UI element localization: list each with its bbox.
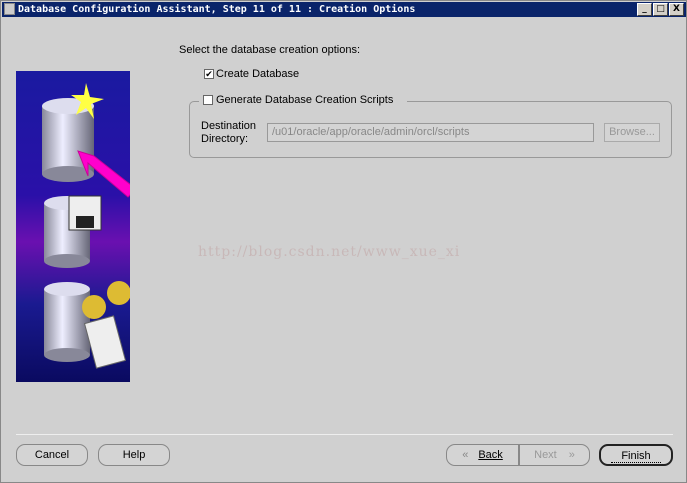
database-cylinders-icon	[42, 83, 137, 369]
dialog-window: Database Configuration Assistant, Step 1…	[0, 0, 687, 483]
back-arrow-icon: «	[462, 449, 469, 461]
finish-label: Finish	[611, 450, 661, 463]
create-database-label[interactable]: Create Database	[216, 68, 299, 80]
next-button[interactable]: Next »	[519, 444, 590, 466]
app-icon	[4, 3, 15, 15]
minimize-button[interactable]: _	[637, 3, 652, 16]
separator	[16, 434, 673, 435]
create-database-checkbox[interactable]: ✔	[204, 69, 214, 79]
next-arrow-icon: »	[568, 449, 575, 461]
directory-label: Directory:	[201, 133, 249, 145]
prompt-label: Select the database creation options:	[179, 44, 361, 56]
back-button[interactable]: « Back	[446, 444, 519, 466]
help-button[interactable]: Help	[98, 444, 170, 466]
wizard-illustration	[16, 71, 137, 382]
back-label: Back	[478, 449, 503, 461]
maximize-button[interactable]: □	[653, 3, 668, 16]
generate-scripts-checkbox[interactable]	[203, 95, 213, 105]
watermark: http://blog.csdn.net/www_xue_xi	[198, 244, 461, 260]
title-bar: Database Configuration Assistant, Step 1…	[2, 2, 686, 17]
browse-button[interactable]: Browse...	[604, 123, 660, 142]
finish-button[interactable]: Finish	[599, 444, 673, 466]
generate-scripts-label[interactable]: Generate Database Creation Scripts	[216, 94, 393, 106]
destination-label: Destination	[201, 120, 257, 132]
close-button[interactable]: X	[669, 3, 684, 16]
window-title: Database Configuration Assistant, Step 1…	[18, 4, 416, 15]
destination-directory-input[interactable]: /u01/oracle/app/oracle/admin/orcl/script…	[267, 123, 594, 142]
next-label: Next	[534, 449, 557, 461]
cancel-button[interactable]: Cancel	[16, 444, 88, 466]
